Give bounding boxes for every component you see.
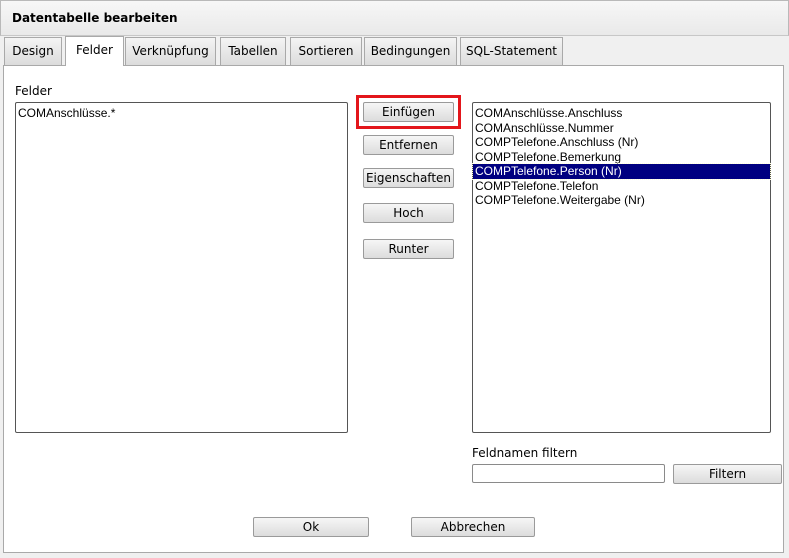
runter-button[interactable]: Runter — [363, 239, 454, 259]
list-item[interactable]: COMPTelefone.Weitergabe (Nr) — [473, 193, 770, 208]
hoch-button[interactable]: Hoch — [363, 203, 454, 223]
tab-sql-statement[interactable]: SQL-Statement — [460, 37, 563, 65]
tab-verknuepfung[interactable]: Verknüpfung — [125, 37, 216, 65]
filter-label: Feldnamen filtern — [472, 446, 578, 460]
tab-bedingungen[interactable]: Bedingungen — [364, 37, 457, 65]
list-item[interactable]: COMPTelefone.Bemerkung — [473, 150, 770, 165]
filtern-button[interactable]: Filtern — [673, 464, 782, 484]
list-item[interactable]: COMAnschlüsse.Anschluss — [473, 106, 770, 121]
felder-listbox[interactable]: COMAnschlüsse.* — [15, 102, 348, 433]
list-item[interactable]: COMPTelefone.Telefon — [473, 179, 770, 194]
dialog-titlebar[interactable]: Datentabelle bearbeiten — [0, 0, 789, 36]
eigenschaften-button[interactable]: Eigenschaften — [363, 168, 454, 188]
available-fields-listbox[interactable]: COMAnschlüsse.Anschluss COMAnschlüsse.Nu… — [472, 102, 771, 433]
tab-sortieren[interactable]: Sortieren — [290, 37, 362, 65]
list-item[interactable]: COMAnschlüsse.* — [16, 106, 347, 121]
list-item-selected[interactable]: COMPTelefone.Person (Nr) — [472, 163, 771, 180]
abbrechen-button[interactable]: Abbrechen — [411, 517, 535, 537]
tab-felder[interactable]: Felder — [65, 36, 124, 66]
filter-input[interactable] — [472, 464, 665, 483]
tab-tabellen[interactable]: Tabellen — [220, 37, 286, 65]
highlight-marker — [356, 95, 461, 129]
ok-button[interactable]: Ok — [253, 517, 369, 537]
tab-design[interactable]: Design — [4, 37, 62, 65]
entfernen-button[interactable]: Entfernen — [363, 135, 454, 155]
list-item[interactable]: COMPTelefone.Anschluss (Nr) — [473, 135, 770, 150]
felder-label: Felder — [15, 84, 52, 98]
dialog-title: Datentabelle bearbeiten — [12, 11, 178, 25]
list-item[interactable]: COMAnschlüsse.Nummer — [473, 121, 770, 136]
